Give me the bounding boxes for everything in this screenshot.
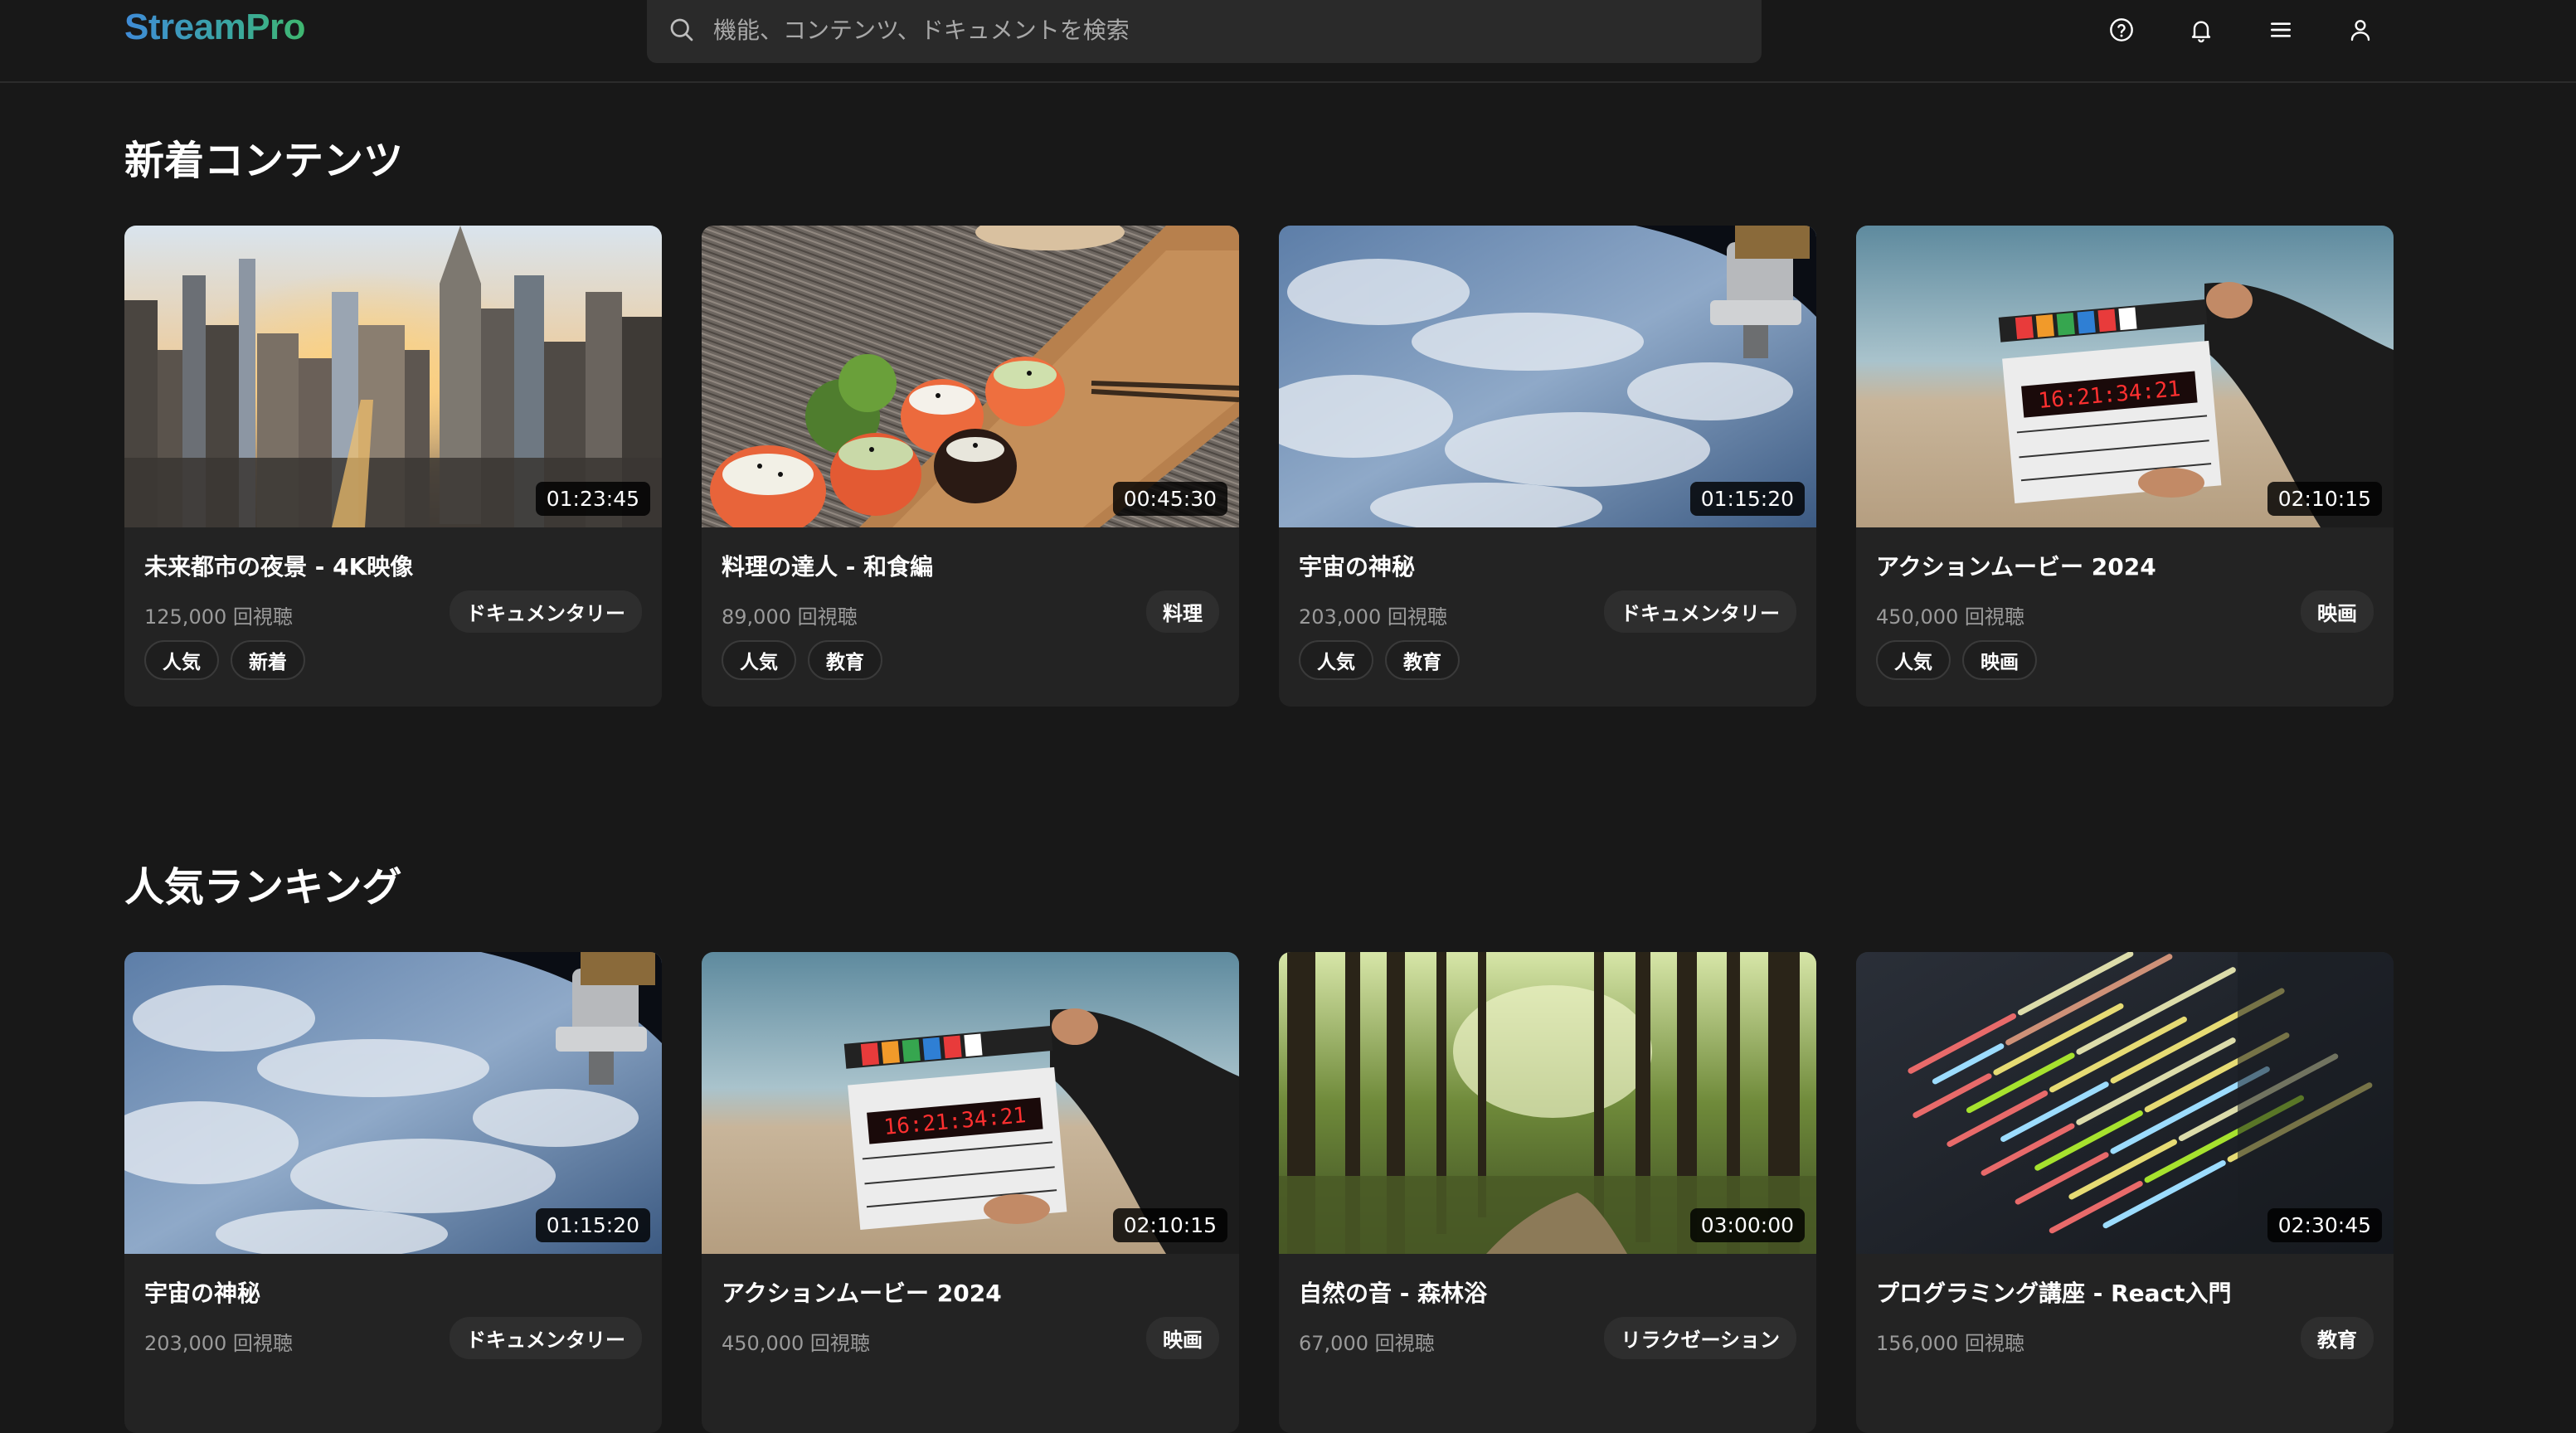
duration-badge: 00:45:30: [1112, 482, 1227, 516]
video-card[interactable]: 03:00:00 自然の音 - 森林浴 67,000 回視聴 リラクゼーション: [1279, 952, 1816, 1433]
video-card[interactable]: 01:23:45 未来都市の夜景 - 4K映像 125,000 回視聴 ドキュメ…: [124, 226, 662, 707]
video-title[interactable]: 自然の音 - 森林浴: [1299, 1275, 1487, 1309]
tag[interactable]: 人気: [144, 640, 219, 680]
menu-icon[interactable]: [2264, 13, 2297, 46]
search-input[interactable]: [712, 0, 1707, 60]
view-count: 89,000 回視聴: [722, 605, 858, 629]
category-badge: リラクゼーション: [1604, 1317, 1796, 1359]
view-count: 156,000 回視聴: [1876, 1332, 2024, 1355]
video-card[interactable]: 16:21:34:21 02:10:15 アクションムービー 2024 450,…: [702, 952, 1239, 1433]
video-title[interactable]: 宇宙の神秘: [1299, 549, 1415, 582]
category-badge: 映画: [2301, 590, 2374, 633]
tag[interactable]: 人気: [1299, 640, 1373, 680]
category-badge: ドキュメンタリー: [450, 1317, 642, 1359]
tag-list: 人気 新着: [144, 640, 305, 680]
video-thumbnail[interactable]: 16:21:34:21 02:10:15: [1856, 226, 2394, 527]
video-thumbnail[interactable]: 16:21:34:21 02:10:15: [702, 952, 1239, 1254]
bell-icon[interactable]: [2185, 13, 2218, 46]
video-thumbnail[interactable]: 02:30:45: [1856, 952, 2394, 1254]
section-title-popular: 人気ランキング: [124, 864, 402, 911]
video-thumbnail[interactable]: 01:23:45: [124, 226, 662, 527]
video-card[interactable]: 01:15:20 宇宙の神秘 203,000 回視聴 ドキュメンタリー: [124, 952, 662, 1433]
duration-badge: 02:10:15: [2267, 482, 2382, 516]
tag[interactable]: 新着: [231, 640, 305, 680]
tag[interactable]: 教育: [1385, 640, 1460, 680]
video-title[interactable]: アクションムービー 2024: [1876, 549, 2156, 582]
category-badge: ドキュメンタリー: [1604, 590, 1796, 633]
video-title[interactable]: 未来都市の夜景 - 4K映像: [144, 549, 413, 582]
tag[interactable]: 教育: [808, 640, 882, 680]
video-thumbnail[interactable]: 03:00:00: [1279, 952, 1816, 1254]
help-circle-icon[interactable]: [2105, 13, 2138, 46]
view-count: 450,000 回視聴: [1876, 605, 2024, 629]
category-badge: 教育: [2301, 1317, 2374, 1359]
duration-badge: 01:15:20: [1689, 482, 1805, 516]
duration-badge: 02:10:15: [1112, 1208, 1227, 1242]
tag[interactable]: 映画: [1962, 640, 2037, 680]
view-count: 450,000 回視聴: [722, 1332, 870, 1355]
video-card[interactable]: 02:30:45 プログラミング講座 - React入門 156,000 回視聴…: [1856, 952, 2394, 1433]
video-card[interactable]: 16:21:34:21 02:10:15 アクションムービー 2024 450,…: [1856, 226, 2394, 707]
streampro-logo[interactable]: StreamPro: [124, 7, 306, 48]
video-thumbnail[interactable]: 00:45:30: [702, 226, 1239, 527]
video-title[interactable]: アクションムービー 2024: [722, 1275, 1002, 1309]
category-badge: 料理: [1146, 590, 1219, 633]
video-title[interactable]: 料理の達人 - 和食編: [722, 549, 933, 582]
view-count: 125,000 回視聴: [144, 605, 293, 629]
tag[interactable]: 人気: [722, 640, 796, 680]
video-card[interactable]: 00:45:30 料理の達人 - 和食編 89,000 回視聴 料理 人気 教育: [702, 226, 1239, 707]
duration-badge: 01:15:20: [535, 1208, 650, 1242]
video-title[interactable]: プログラミング講座 - React入門: [1876, 1275, 2232, 1309]
view-count: 67,000 回視聴: [1299, 1332, 1435, 1355]
user-icon[interactable]: [2344, 13, 2377, 46]
search-bar[interactable]: [647, 0, 1762, 63]
duration-badge: 01:23:45: [535, 482, 650, 516]
search-icon: [670, 18, 693, 41]
top-header: StreamPro: [0, 0, 2576, 83]
tag-list: 人気 教育: [1299, 640, 1460, 680]
tag[interactable]: 人気: [1876, 640, 1951, 680]
section-title-new: 新着コンテンツ: [124, 138, 404, 184]
category-badge: 映画: [1146, 1317, 1219, 1359]
video-card[interactable]: 01:15:20 宇宙の神秘 203,000 回視聴 ドキュメンタリー 人気 教…: [1279, 226, 1816, 707]
view-count: 203,000 回視聴: [144, 1332, 293, 1355]
view-count: 203,000 回視聴: [1299, 605, 1447, 629]
video-title[interactable]: 宇宙の神秘: [144, 1275, 260, 1309]
video-thumbnail[interactable]: 01:15:20: [1279, 226, 1816, 527]
video-thumbnail[interactable]: 01:15:20: [124, 952, 662, 1254]
duration-badge: 02:30:45: [2267, 1208, 2382, 1242]
duration-badge: 03:00:00: [1689, 1208, 1805, 1242]
category-badge: ドキュメンタリー: [450, 590, 642, 633]
tag-list: 人気 教育: [722, 640, 882, 680]
tag-list: 人気 映画: [1876, 640, 2037, 680]
